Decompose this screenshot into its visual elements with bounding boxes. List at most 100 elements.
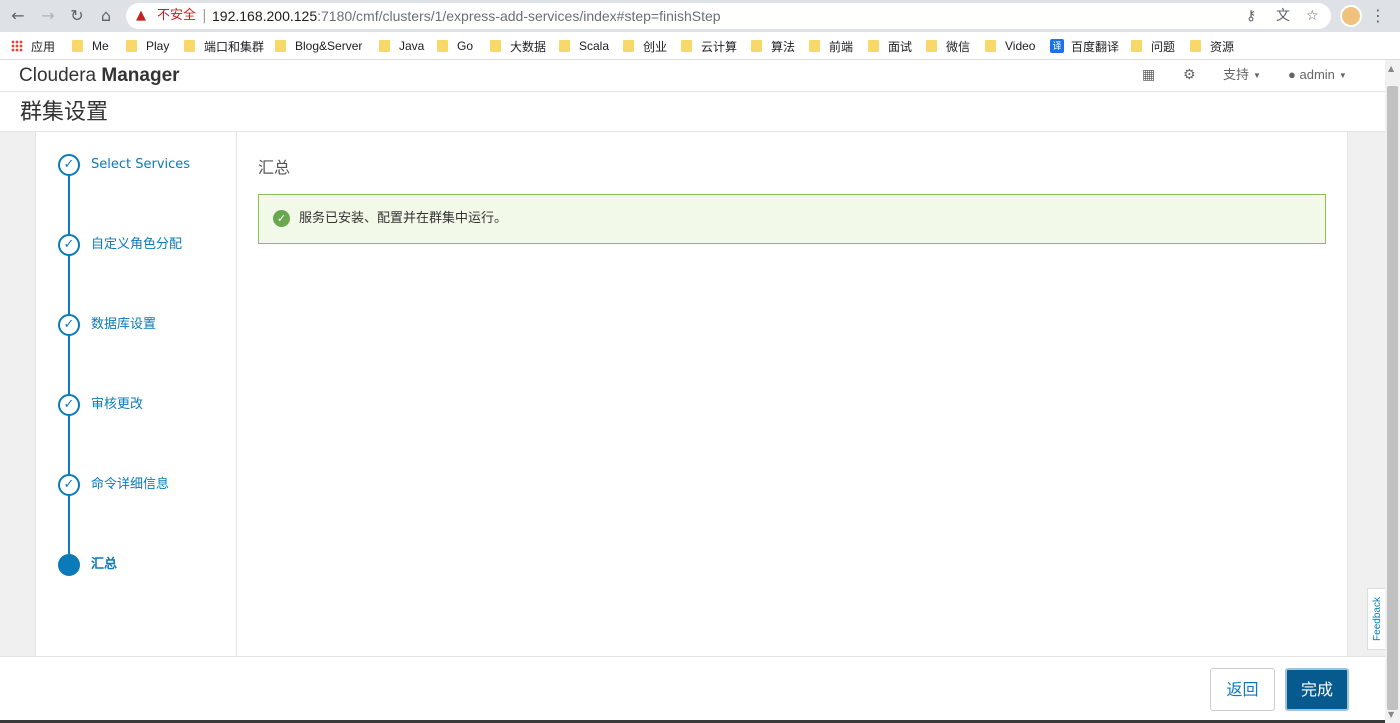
folder-icon (681, 40, 692, 52)
folder-icon (275, 40, 286, 52)
user-icon: ● (1288, 67, 1296, 82)
check-icon: ✓ (58, 234, 80, 256)
folder-icon (1190, 40, 1201, 52)
folder-icon (926, 40, 937, 52)
bookmark-label: 百度翻译 (1071, 39, 1120, 54)
step-command-details[interactable]: ✓ 命令详细信息 (58, 474, 233, 496)
step-label: 审核更改 (91, 397, 144, 412)
folder-icon (184, 40, 195, 52)
folder-icon (985, 40, 996, 52)
more-menu-icon[interactable]: ⋮ (1370, 5, 1386, 27)
feedback-tab[interactable]: Feedback (1367, 588, 1385, 650)
insecure-label: 不安全 (157, 8, 197, 23)
bookmark-item[interactable]: 微信 (926, 37, 970, 55)
address-bar[interactable]: ▲ 不安全 | 192.168.200.125:7180/cmf/cluster… (126, 3, 1331, 29)
translate-icon[interactable]: 文 (1276, 7, 1290, 25)
parcel-icon[interactable]: ▦ (1142, 66, 1155, 84)
bookmark-item[interactable]: 面试 (868, 37, 912, 55)
key-icon[interactable]: ⚷ (1246, 7, 1256, 25)
folder-icon (751, 40, 762, 52)
folder-icon (437, 40, 448, 52)
home-icon[interactable]: ⌂ (95, 5, 117, 27)
url-path: :7180/cmf/clusters/1/express-add-service… (317, 8, 721, 24)
bookmark-item[interactable]: Video (985, 37, 1035, 55)
bookmark-item[interactable]: 译百度翻译 (1050, 37, 1119, 55)
alert-message: 服务已安装、配置并在群集中运行。 (299, 211, 508, 226)
brand-light: Cloudera (19, 65, 97, 86)
bookmark-label: 创业 (643, 39, 668, 54)
main-area: ✓ Select Services ✓ 自定义角色分配 ✓ 数据库设置 ✓ 审核… (0, 132, 1385, 656)
profile-avatar[interactable] (1340, 5, 1362, 27)
bookmark-label: Play (146, 39, 170, 53)
step-label: 命令详细信息 (91, 477, 170, 492)
step-role-assignment[interactable]: ✓ 自定义角色分配 (58, 234, 233, 256)
bookmark-apps[interactable]: 应用 (11, 37, 55, 55)
bookmark-label: 微信 (946, 39, 971, 54)
step-database-setup[interactable]: ✓ 数据库设置 (58, 314, 233, 336)
translate-icon: 译 (1050, 39, 1064, 53)
bookmark-label: 问题 (1151, 39, 1176, 54)
star-icon[interactable]: ☆ (1306, 7, 1319, 25)
bookmark-item[interactable]: 前端 (809, 37, 853, 55)
bookmark-item[interactable]: Me (72, 37, 109, 55)
scroll-up-icon[interactable]: ▲ (1388, 64, 1394, 73)
bookmark-label: 应用 (31, 39, 56, 54)
reload-icon[interactable]: ↻ (66, 5, 88, 27)
step-select-services[interactable]: ✓ Select Services (58, 154, 233, 176)
bookmark-item[interactable]: 创业 (623, 37, 667, 55)
bookmark-item[interactable]: 大数据 (490, 37, 546, 55)
app-header: Cloudera Manager ▦ ⚙ 支持 ▼ ● admin ▼ (0, 60, 1385, 92)
support-label: 支持 (1223, 67, 1250, 82)
divider: | (202, 8, 207, 24)
bookmark-label: 算法 (771, 39, 796, 54)
url-text[interactable]: 192.168.200.125:7180/cmf/clusters/1/expr… (212, 7, 721, 25)
wizard-steps: ✓ Select Services ✓ 自定义角色分配 ✓ 数据库设置 ✓ 审核… (36, 132, 237, 656)
bookmark-item[interactable]: 资源 (1190, 37, 1234, 55)
step-review-changes[interactable]: ✓ 审核更改 (58, 394, 233, 416)
user-menu[interactable]: ● admin ▼ (1288, 66, 1347, 85)
steps-connector (68, 165, 70, 565)
brand-logo[interactable]: Cloudera Manager (19, 63, 180, 89)
warning-icon: ▲ (136, 8, 146, 23)
folder-icon (379, 40, 390, 52)
check-icon: ✓ (58, 154, 80, 176)
folder-icon (490, 40, 501, 52)
bookmark-label: 大数据 (510, 39, 547, 54)
support-menu[interactable]: 支持 ▼ (1223, 66, 1261, 85)
bookmark-item[interactable]: 算法 (751, 37, 795, 55)
bookmark-item[interactable]: Java (379, 37, 424, 55)
bookmark-item[interactable]: 端口和集群 (184, 37, 264, 55)
check-icon: ✓ (58, 394, 80, 416)
scroll-thumb[interactable] (1387, 86, 1398, 710)
check-circle-icon: ✓ (273, 210, 290, 227)
bookmark-label: Video (1005, 39, 1036, 53)
bookmark-item[interactable]: Scala (559, 37, 609, 55)
page-scrollbar[interactable]: ▲ ▼ (1385, 60, 1400, 723)
section-title: 汇总 (258, 158, 291, 177)
current-step-dot (58, 554, 80, 576)
bookmarks-bar: 应用 Me Play 端口和集群 Blog&Server Java Go 大数据… (0, 32, 1400, 60)
step-content: 汇总 ✓ 服务已安装、配置并在群集中运行。 (258, 132, 1328, 656)
forward-icon[interactable]: → (37, 5, 59, 27)
step-label: 数据库设置 (91, 317, 157, 332)
feedback-label: Feedback (1372, 597, 1383, 641)
bookmark-item[interactable]: Go (437, 37, 473, 55)
user-label: admin (1299, 67, 1335, 82)
tasks-icon[interactable]: ⚙ (1183, 66, 1196, 84)
bookmark-item[interactable]: 云计算 (681, 37, 737, 55)
bookmark-item[interactable]: 问题 (1131, 37, 1175, 55)
back-button[interactable]: 返回 (1210, 668, 1275, 711)
finish-button[interactable]: 完成 (1285, 668, 1349, 711)
back-icon[interactable]: ← (7, 5, 29, 27)
bookmark-label: 云计算 (701, 39, 738, 54)
bookmark-label: Java (399, 39, 425, 53)
bookmark-item[interactable]: Blog&Server (275, 37, 362, 55)
bookmark-item[interactable]: Play (126, 37, 169, 55)
bookmark-label: 端口和集群 (204, 39, 265, 54)
folder-icon (559, 40, 570, 52)
scroll-down-icon[interactable]: ▼ (1388, 710, 1394, 719)
success-alert: ✓ 服务已安装、配置并在群集中运行。 (258, 194, 1326, 244)
bookmark-label: Blog&Server (295, 39, 363, 53)
folder-icon (1131, 40, 1142, 52)
step-summary[interactable]: 汇总 (58, 554, 233, 576)
